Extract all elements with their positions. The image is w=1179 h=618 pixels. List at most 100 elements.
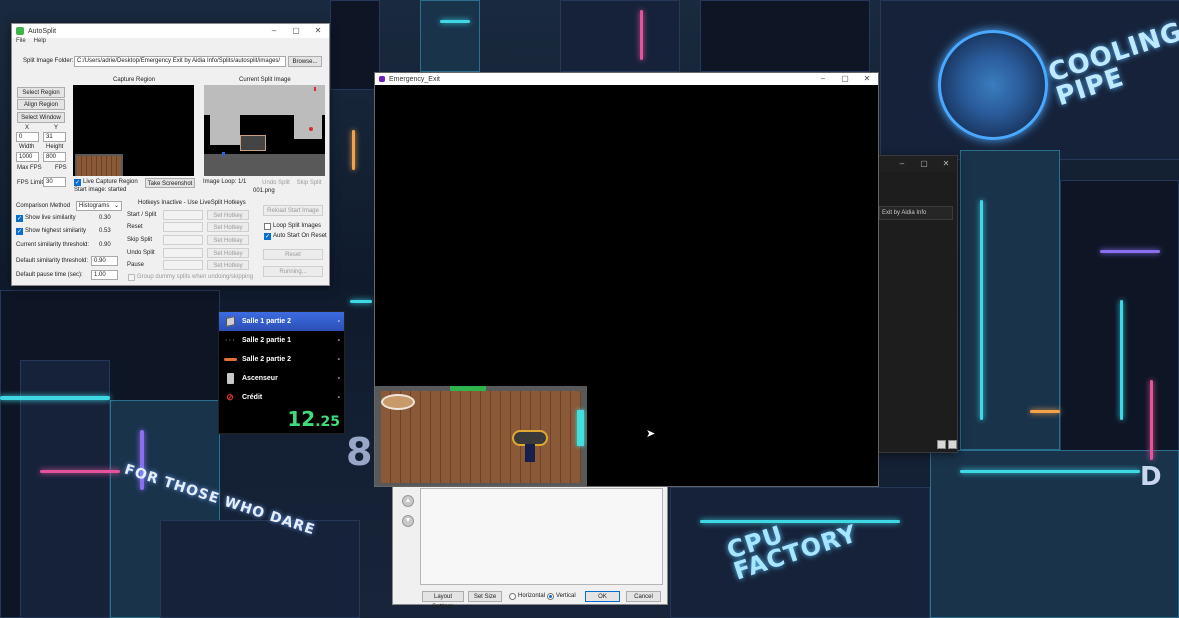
building (160, 520, 360, 618)
height-spinbox[interactable]: 800 (43, 152, 66, 162)
current-threshold-value: 0.90 (99, 242, 111, 248)
menu-file[interactable]: File (16, 38, 26, 48)
fps-limit-label: FPS Limit: (17, 180, 45, 186)
building (700, 0, 870, 72)
neon-strip (40, 470, 120, 473)
group-dummy-checkbox[interactable] (128, 274, 135, 281)
split-name: Salle 2 partie 1 (242, 337, 292, 344)
split-row[interactable]: Ascenseur - (219, 369, 344, 388)
ok-button[interactable]: OK (585, 591, 620, 602)
autosplit-window[interactable]: AutoSplit – ▢ ✕ File Help Split Image Fo… (11, 23, 330, 286)
default-threshold-spinbox[interactable]: 0.90 (91, 256, 118, 266)
timer-main: 12 (287, 407, 316, 431)
hotkeys-header: Hotkeys Inactive - Use LiveSplit Hotkeys (138, 200, 246, 206)
horizontal-radio[interactable] (509, 593, 516, 600)
browse-button[interactable]: Browse... (288, 56, 322, 67)
loop-split-images-checkbox[interactable] (264, 223, 271, 230)
neon-strip (1150, 380, 1153, 460)
autosplit-app-icon (16, 27, 24, 35)
layout-settings-button[interactable]: Layout Settings (422, 591, 464, 610)
x-spinbox[interactable]: 0 (16, 132, 39, 142)
background-window-field[interactable]: Exit by Aidia Info (879, 206, 953, 220)
auto-start-on-reset-checkbox[interactable] (264, 233, 271, 240)
maximize-icon[interactable]: ▢ (285, 24, 307, 38)
minimize-icon[interactable]: – (812, 72, 834, 86)
move-down-icon[interactable]: ▼ (402, 515, 414, 527)
run-timer: 12.25 (287, 407, 340, 431)
livesplit-window[interactable]: Salle 1 partie 2 - · · · Salle 2 partie … (218, 311, 345, 434)
select-window-button[interactable]: Select Window (17, 112, 65, 123)
running-button[interactable]: Running... (263, 266, 323, 277)
current-split-label: Current Split Image (239, 77, 291, 83)
hotkey-pause-field[interactable] (163, 260, 203, 270)
hotkey-start-split-label: Start / Split (127, 212, 157, 218)
split-row[interactable]: ⊘ Crédit - (219, 388, 344, 407)
fps-limit-spinbox[interactable]: 30 (43, 177, 66, 187)
capture-region-label: Capture Region (113, 77, 156, 83)
side-door (577, 410, 584, 446)
capture-region-preview (73, 85, 194, 176)
current-split-image-preview (204, 85, 325, 176)
undo-split-button[interactable]: Undo Split (260, 178, 292, 188)
current-threshold-label: Current similarity threshold: (16, 242, 90, 248)
split-row[interactable]: Salle 1 partie 2 - (219, 312, 344, 331)
split-delta: - (337, 375, 340, 382)
show-live-similarity-label: Show live similarity (25, 215, 76, 221)
y-label: Y (54, 125, 59, 131)
set-hotkey-skip-split-button[interactable]: Set Hotkey (207, 235, 249, 245)
reset-button[interactable]: Reset (263, 249, 323, 260)
set-hotkey-start-split-button[interactable]: Set Hotkey (207, 210, 249, 220)
default-threshold-label: Default similarity threshold: (16, 258, 89, 264)
close-icon[interactable]: ✕ (935, 156, 957, 172)
window-icon[interactable] (948, 440, 957, 449)
x-label: X (25, 125, 30, 131)
set-hotkey-reset-button[interactable]: Set Hotkey (207, 222, 249, 232)
reload-start-image-button[interactable]: Reload Start Image (263, 205, 323, 216)
window-icon[interactable] (937, 440, 946, 449)
select-region-button[interactable]: Select Region (17, 87, 65, 98)
split-folder-path-field[interactable]: C:/Users/adrie/Desktop/Emergency Exit by… (74, 56, 286, 67)
align-region-button[interactable]: Align Region (17, 99, 65, 110)
hotkey-reset-field[interactable] (163, 222, 203, 232)
chevron-down-icon: ⌄ (113, 203, 119, 209)
hotkey-undo-split-label: Undo Split (127, 250, 155, 256)
image-loop-label: Image Loop: 1/1 (203, 179, 247, 185)
show-live-similarity-checkbox[interactable] (16, 215, 23, 222)
close-icon[interactable]: ✕ (856, 72, 878, 86)
layout-components-list[interactable] (420, 488, 663, 585)
menu-help[interactable]: Help (34, 38, 46, 48)
maximize-icon[interactable]: ▢ (834, 72, 856, 86)
game-window[interactable]: Emergency_Exit – ▢ ✕ ➤ (374, 72, 879, 487)
live-capture-checkbox[interactable] (74, 179, 81, 186)
hotkey-reset-label: Reset (127, 224, 143, 230)
set-size-button[interactable]: Set Size (468, 591, 502, 602)
neon-strip (1100, 250, 1160, 253)
cancel-button[interactable]: Cancel (626, 591, 661, 602)
comparison-method-select[interactable]: Histograms ⌄ (76, 201, 122, 211)
trash-can-icon (223, 373, 237, 385)
neon-strip (0, 396, 110, 400)
take-screenshot-button[interactable]: Take Screenshot (145, 178, 195, 188)
hotkey-undo-split-field[interactable] (163, 248, 203, 258)
hotkey-skip-split-field[interactable] (163, 235, 203, 245)
show-highest-similarity-checkbox[interactable] (16, 228, 23, 235)
split-row[interactable]: Salle 2 partie 2 - (219, 350, 344, 369)
game-room (375, 386, 587, 486)
maximize-icon[interactable]: ▢ (913, 156, 935, 172)
default-pause-spinbox[interactable]: 1.00 (91, 270, 118, 280)
y-spinbox[interactable]: 31 (43, 132, 66, 142)
skip-split-button[interactable]: Skip Split (294, 178, 324, 188)
close-icon[interactable]: ✕ (307, 24, 329, 38)
split-name: Crédit (242, 394, 263, 401)
width-spinbox[interactable]: 1000 (16, 152, 39, 162)
minimize-icon[interactable]: – (263, 24, 285, 38)
set-hotkey-undo-split-button[interactable]: Set Hotkey (207, 248, 249, 258)
move-up-icon[interactable]: ▲ (402, 495, 414, 507)
number-sign: 8 (346, 430, 374, 474)
layout-editor-window[interactable]: ▲ ▼ Layout Settings Set Size Horizontal … (392, 483, 668, 610)
vertical-radio[interactable] (547, 593, 554, 600)
hotkey-start-split-field[interactable] (163, 210, 203, 220)
minimize-icon[interactable]: – (891, 156, 913, 172)
set-hotkey-pause-button[interactable]: Set Hotkey (207, 260, 249, 270)
split-row[interactable]: · · · Salle 2 partie 1 - (219, 331, 344, 350)
